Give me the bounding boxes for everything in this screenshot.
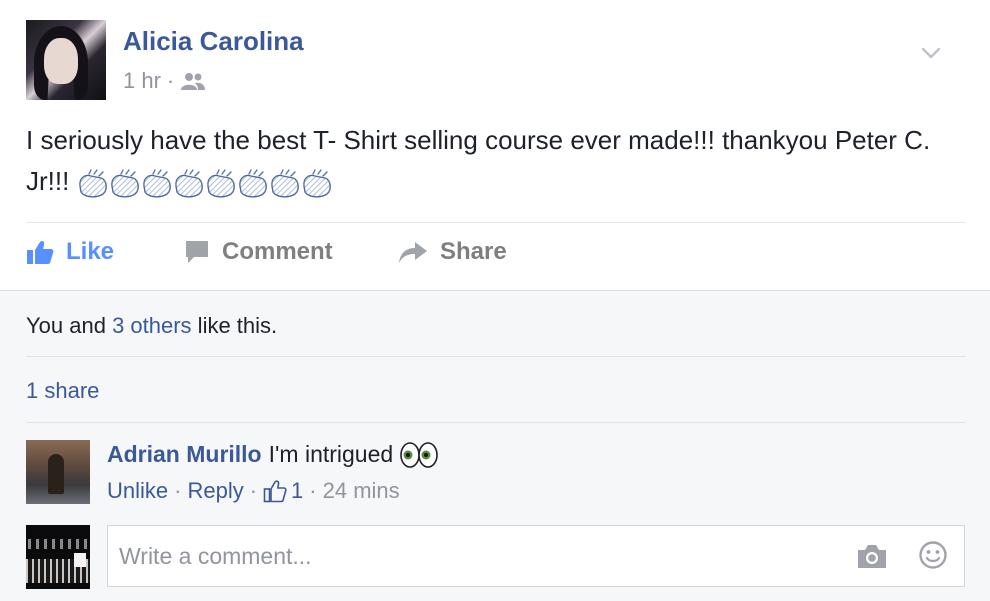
post-timestamp[interactable]: 1 hr bbox=[123, 68, 161, 94]
separator: · bbox=[249, 478, 258, 503]
friends-icon[interactable] bbox=[180, 71, 206, 91]
reply-link[interactable]: Reply bbox=[187, 478, 243, 504]
post-meta: 1 hr · bbox=[123, 68, 206, 94]
post-header: Alicia Carolina 1 hr · bbox=[26, 20, 966, 100]
comment-timestamp[interactable]: 24 mins bbox=[323, 478, 400, 504]
separator: · bbox=[309, 478, 317, 503]
comment-input[interactable] bbox=[108, 526, 839, 586]
emoji-smiley-icon[interactable] bbox=[918, 540, 948, 570]
camera-icon[interactable] bbox=[856, 542, 888, 570]
clapping-hands-emoji-row bbox=[77, 168, 333, 198]
share-arrow-icon bbox=[399, 242, 427, 263]
commenter-avatar[interactable] bbox=[26, 440, 90, 504]
comment-content: Adrian Murillo I'm intrigued bbox=[107, 441, 439, 468]
eyes-emoji-icon bbox=[400, 441, 438, 468]
commenter-name[interactable]: Adrian Murillo bbox=[107, 441, 262, 468]
like-label: Like bbox=[66, 238, 115, 265]
avatar-lights bbox=[28, 539, 88, 549]
divider bbox=[26, 422, 966, 423]
meta-separator: · bbox=[166, 68, 175, 93]
unlike-link[interactable]: Unlike bbox=[107, 478, 168, 504]
shares-link[interactable]: 1 share bbox=[26, 378, 99, 404]
author-name[interactable]: Alicia Carolina bbox=[123, 26, 304, 57]
comment-button[interactable]: Comment bbox=[184, 238, 333, 266]
likes-summary: You and 3 others like this. bbox=[26, 313, 277, 339]
divider bbox=[26, 356, 966, 357]
likes-others-link[interactable]: 3 others bbox=[112, 313, 192, 338]
divider bbox=[26, 222, 966, 223]
likes-suffix: like this. bbox=[191, 313, 278, 338]
comment-like-count[interactable]: 1 bbox=[291, 478, 303, 504]
thumbs-up-icon bbox=[27, 241, 54, 264]
avatar-sign bbox=[74, 553, 86, 567]
comment: Adrian Murillo I'm intrigued Unlike · Re… bbox=[107, 441, 439, 504]
share-label: Share bbox=[440, 238, 507, 265]
comment-label: Comment bbox=[222, 238, 333, 265]
comment-icon bbox=[186, 241, 208, 263]
post-options-chevron-icon[interactable] bbox=[920, 42, 942, 64]
separator: · bbox=[174, 478, 182, 503]
feedback-panel: You and 3 others like this. 1 share Adri… bbox=[0, 290, 990, 601]
feed-post: Alicia Carolina 1 hr · I seriously have … bbox=[0, 0, 990, 601]
post-text: I seriously have the best T- Shirt selli… bbox=[26, 120, 971, 202]
thumbs-up-outline-icon[interactable] bbox=[263, 479, 287, 503]
likes-prefix: You and bbox=[26, 313, 113, 338]
current-user-avatar bbox=[26, 525, 90, 589]
author-avatar[interactable] bbox=[26, 20, 106, 100]
comment-text: I'm intrigued bbox=[268, 441, 394, 467]
post-actions: Like Comment Share bbox=[26, 232, 966, 278]
comment-actions: Unlike · Reply · 1 · 24 mins bbox=[107, 478, 439, 504]
share-button[interactable]: Share bbox=[398, 238, 507, 266]
like-button[interactable]: Like bbox=[26, 238, 114, 266]
avatar-figure bbox=[48, 454, 64, 494]
comment-composer bbox=[107, 525, 965, 587]
avatar-face bbox=[44, 38, 78, 84]
